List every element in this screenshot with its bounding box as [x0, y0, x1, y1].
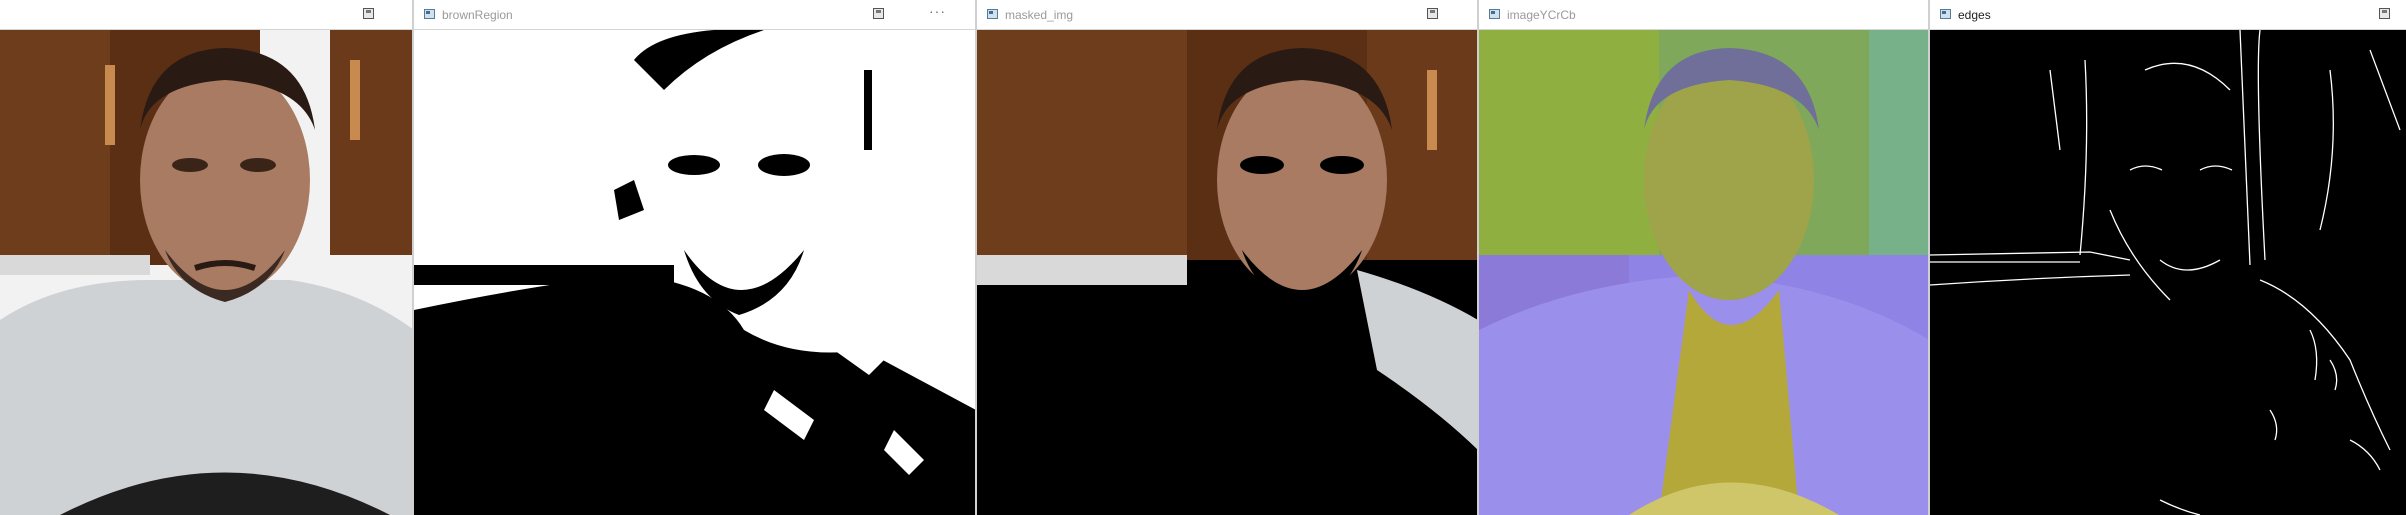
window-icon — [987, 9, 998, 19]
window-edges-titlebar[interactable]: edges — [1930, 0, 2406, 30]
window-icon — [424, 9, 435, 19]
window-image-ycrcb-titlebar[interactable]: imageYCrCb — [1479, 0, 1929, 30]
window-brown-region-titlebar[interactable]: brownRegion ··· — [414, 0, 976, 30]
window-edges-title: edges — [1958, 8, 1991, 22]
masked-image — [977, 30, 1478, 515]
window-icon — [1940, 9, 1951, 19]
save-image-icon[interactable] — [363, 8, 374, 19]
window-icon — [1489, 9, 1500, 19]
window-image-ycrcb[interactable]: imageYCrCb — [1479, 0, 1929, 515]
save-image-icon[interactable] — [873, 8, 884, 19]
save-image-icon[interactable] — [2379, 8, 2390, 19]
window-frame[interactable] — [0, 0, 414, 515]
window-masked-img[interactable]: masked_img — [977, 0, 1478, 515]
window-brown-region-title: brownRegion — [442, 8, 513, 22]
frame-image — [0, 30, 414, 515]
window-image-ycrcb-title: imageYCrCb — [1507, 8, 1576, 22]
window-masked-img-title: masked_img — [1005, 8, 1074, 22]
window-masked-img-titlebar[interactable]: masked_img — [977, 0, 1478, 30]
window-brown-region[interactable]: brownRegion ··· — [414, 0, 976, 515]
edges-image — [1930, 30, 2406, 515]
brown-region-mask — [414, 30, 976, 515]
more-options-icon[interactable]: ··· — [929, 3, 946, 19]
window-frame-titlebar[interactable] — [0, 0, 414, 30]
save-image-icon[interactable] — [1427, 8, 1438, 19]
window-edges[interactable]: edges — [1930, 0, 2406, 515]
ycrcb-image — [1479, 30, 1929, 515]
